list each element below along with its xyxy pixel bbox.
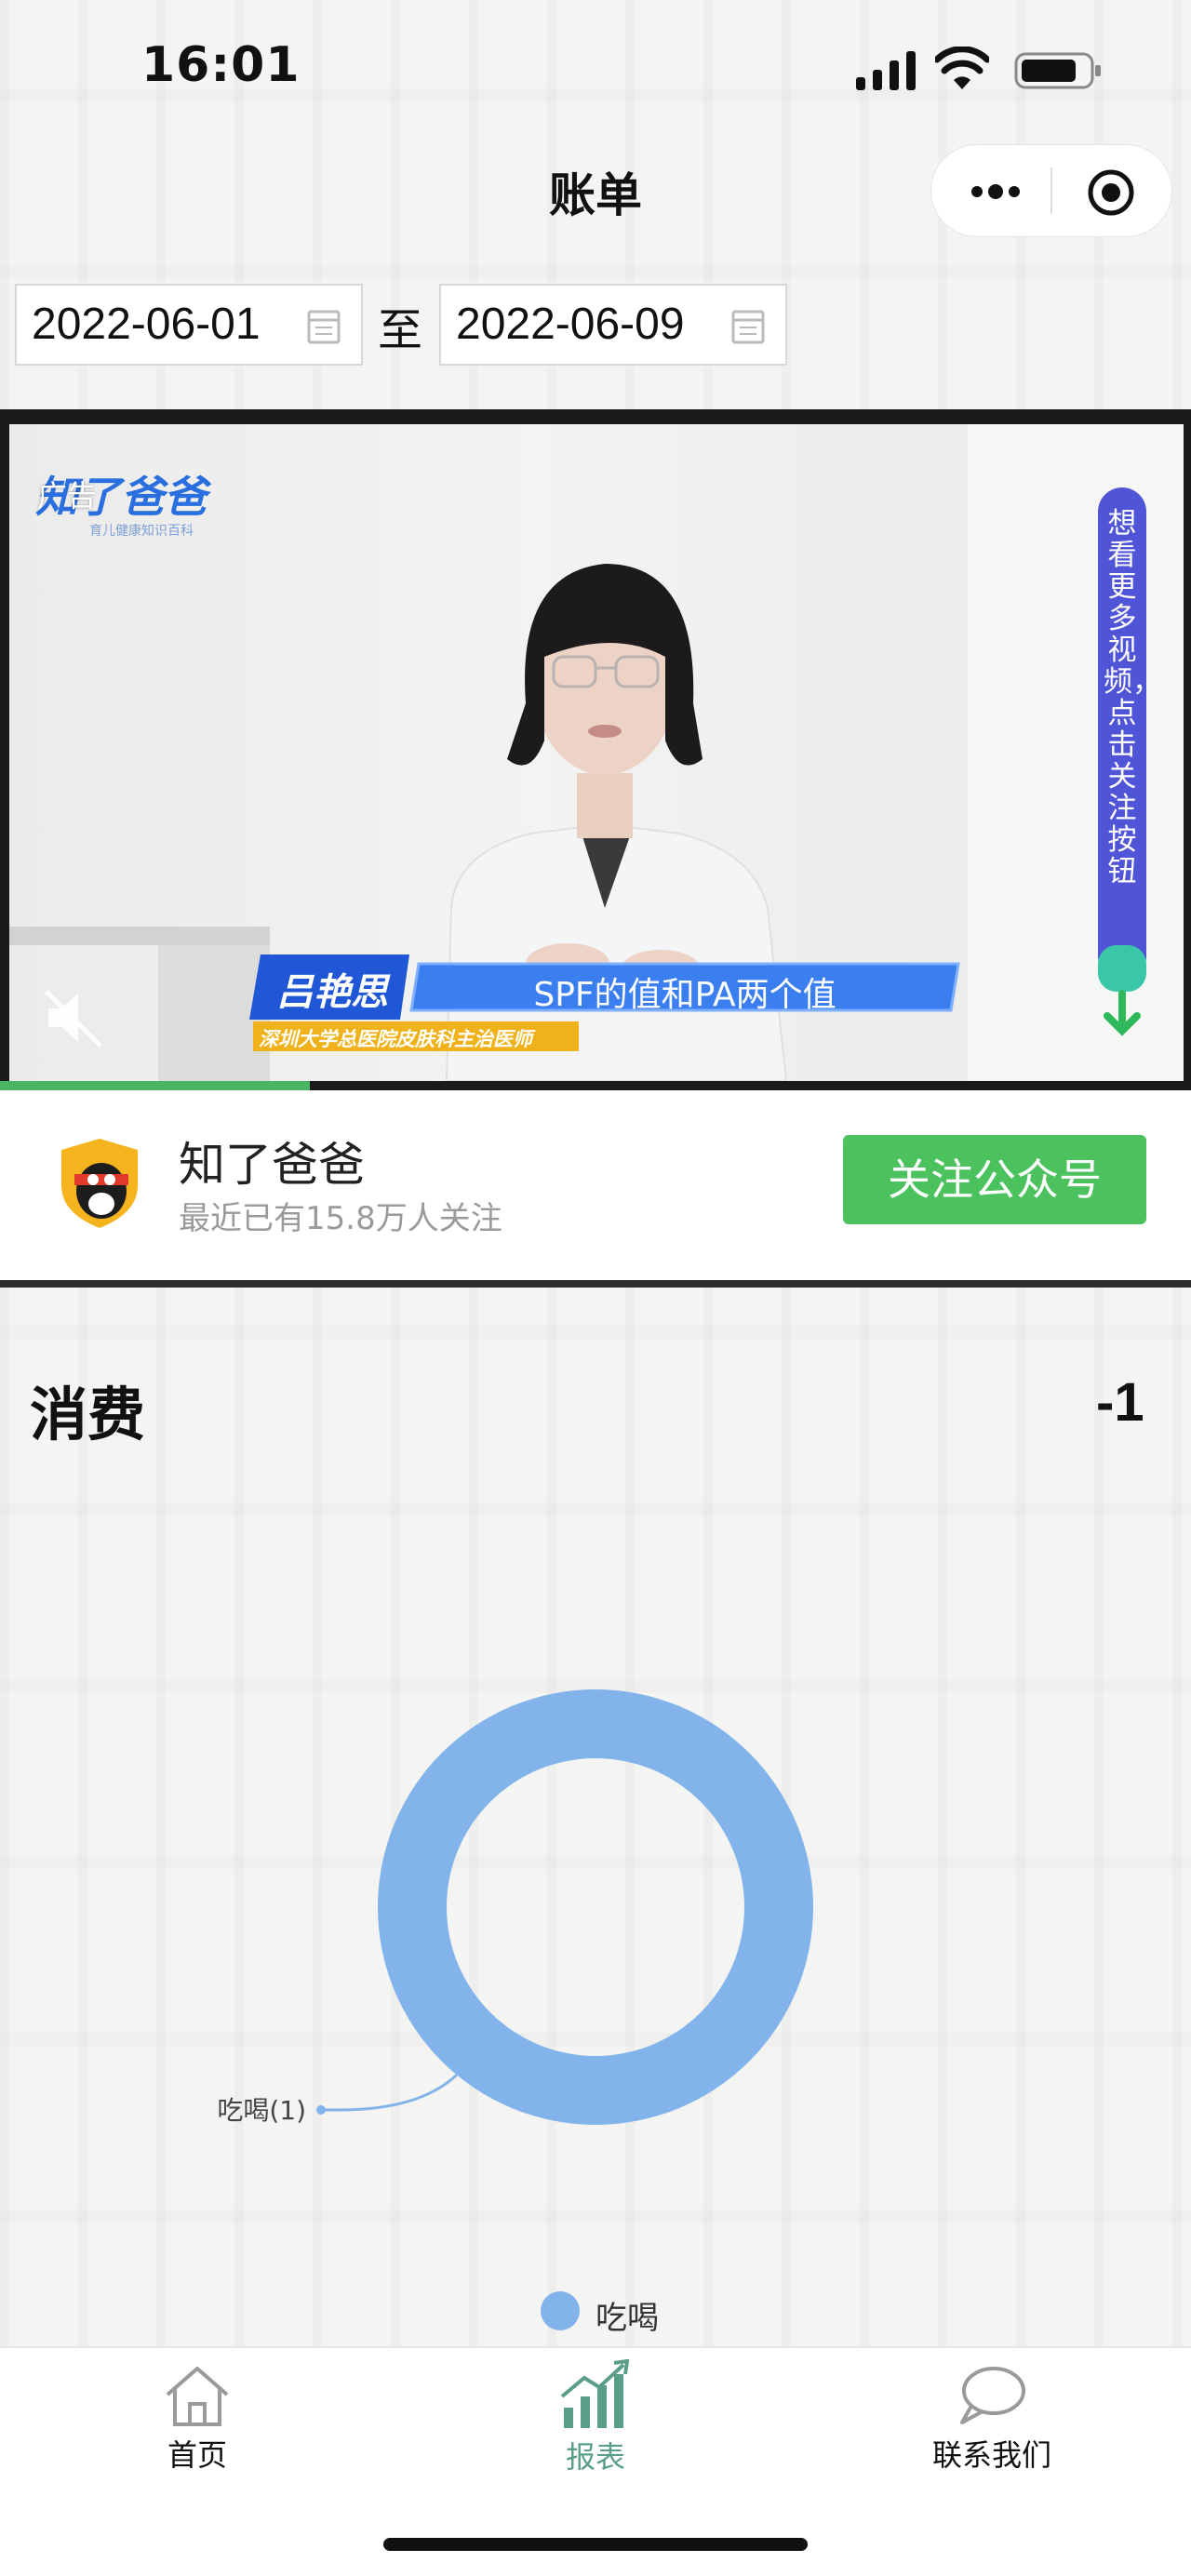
ad-divider xyxy=(0,1280,1191,1288)
tab-contact-label: 联系我们 xyxy=(931,2437,1051,2473)
pie-slice[interactable] xyxy=(378,1689,813,2125)
slice-leader-dot xyxy=(316,2105,326,2115)
legend-marker[interactable] xyxy=(541,2291,580,2330)
donut-chart[interactable]: 吃喝(1) xyxy=(0,1637,1191,2158)
background-pattern xyxy=(0,0,1191,2576)
cicada-avatar-icon xyxy=(61,1139,138,1228)
ad-video-player[interactable]: 知了爸爸 育儿健康知识百科 广告 想看更多视频，点击关注按钮 吕艳思 SPF的值… xyxy=(9,424,1184,1081)
more-dots-icon[interactable] xyxy=(968,175,1024,208)
target-circle-icon[interactable] xyxy=(1086,167,1136,218)
calendar-icon[interactable] xyxy=(731,307,765,344)
wifi-icon xyxy=(935,47,989,89)
battery-icon xyxy=(1014,52,1101,89)
ad-presenter-name: 吕艳思 xyxy=(276,971,388,1014)
capsule-divider xyxy=(1050,167,1052,214)
slice-label: 吃喝(1) xyxy=(217,2095,306,2126)
ad-brand-subtitle: 育儿健康知识百科 xyxy=(89,524,194,539)
tab-report[interactable]: 报表 xyxy=(502,2359,689,2476)
ad-account-name: 知了爸爸 xyxy=(179,1138,365,1192)
home-indicator[interactable] xyxy=(383,2538,808,2551)
ad-side-banner[interactable]: 想看更多视频，点击关注按钮 xyxy=(1104,508,1161,888)
section-title: 消费 xyxy=(30,1381,146,1448)
ad-follower-count: 最近已有15.8万人关注 xyxy=(179,1200,502,1237)
home-icon xyxy=(166,2367,229,2426)
slice-leader-line xyxy=(321,2074,458,2112)
ad-tag: 广告 xyxy=(37,478,98,514)
section-total: -1 xyxy=(1096,1372,1144,1433)
tab-home[interactable]: 首页 xyxy=(104,2363,290,2475)
mute-icon[interactable] xyxy=(45,990,102,1048)
ad-progress-bar xyxy=(0,1081,310,1090)
ad-presenter-title: 深圳大学总医院皮肤科主治医师 xyxy=(259,1028,532,1050)
chat-bubble-icon xyxy=(960,2367,1025,2424)
tab-home-label: 首页 xyxy=(167,2437,227,2473)
tab-report-label: 报表 xyxy=(565,2439,625,2475)
calendar-icon[interactable] xyxy=(307,307,341,344)
legend-label[interactable]: 吃喝 xyxy=(596,2292,659,2338)
date-separator: 至 xyxy=(378,304,423,356)
status-time: 16:01 xyxy=(141,37,301,93)
ad-caption: SPF的值和PA两个值 xyxy=(533,976,836,1014)
signal-icon xyxy=(856,51,916,90)
tab-contact[interactable]: 联系我们 xyxy=(899,2363,1085,2475)
chart-icon xyxy=(560,2359,630,2428)
follow-account-button[interactable]: 关注公众号 xyxy=(843,1135,1146,1224)
